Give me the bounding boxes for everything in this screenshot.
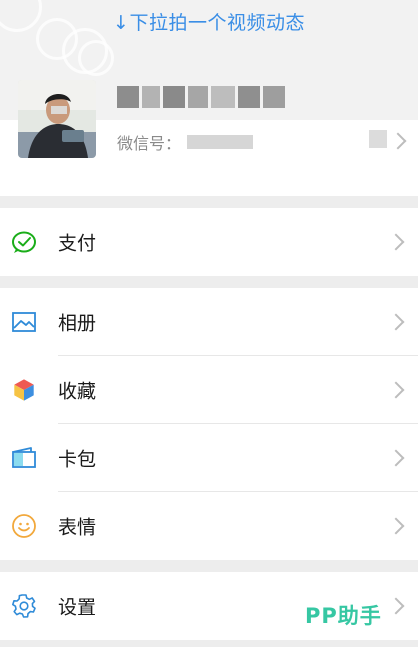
menu-label-settings: 设置 [58,596,97,619]
gear-icon [12,594,36,618]
chevron-right-icon [387,233,405,251]
pay-group: 支付 [0,208,418,276]
menu-item-pay[interactable]: 支付 [0,208,418,276]
wechat-id-label: 微信号： [117,134,182,153]
menu-item-stickers[interactable]: 表情 [0,492,418,560]
avatar[interactable] [18,80,96,158]
cube-icon [13,378,35,402]
card-wallet-icon [12,447,36,468]
wechat-id-redacted [187,135,254,149]
menu-item-album[interactable]: 相册 [0,288,418,356]
wallet-check-icon [12,231,36,253]
chevron-right-icon [387,597,405,615]
wechat-id: 微信号： [117,130,254,154]
decorative-bubble [78,40,114,76]
menu-label-stickers: 表情 [58,516,97,539]
pull-down-hint[interactable]: ↓下拉拍一个视频动态 [0,8,418,35]
chevron-right-icon [387,313,405,331]
menu-label-favorites: 收藏 [58,380,97,403]
album-icon [12,312,36,332]
chevron-right-icon [387,517,405,535]
watermark: PP助手 [305,604,382,628]
main-menu-group: 相册 收藏 卡包 表情 [0,288,418,560]
avatar-photo [18,80,96,158]
chevron-right-icon [387,449,405,467]
menu-label-cards: 卡包 [58,448,97,471]
qr-code-icon[interactable] [369,130,387,148]
menu-item-cards[interactable]: 卡包 [0,424,418,492]
menu-label-album: 相册 [58,312,97,335]
smiley-icon [12,514,36,538]
menu-item-favorites[interactable]: 收藏 [0,356,418,424]
chevron-right-icon [387,381,405,399]
menu-label-pay: 支付 [58,232,97,255]
username-redacted [117,86,285,108]
